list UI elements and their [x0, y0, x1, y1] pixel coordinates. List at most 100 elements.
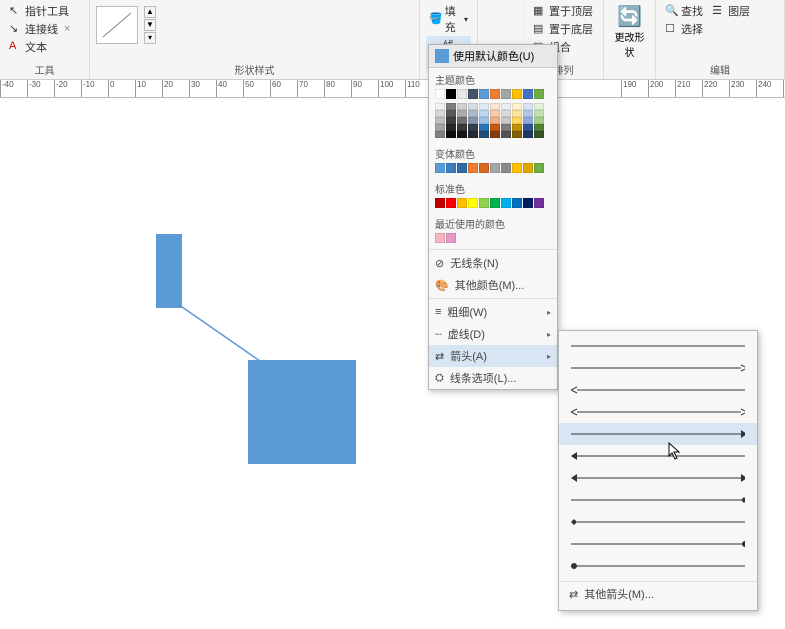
color-swatch[interactable] [468, 89, 478, 99]
color-swatch[interactable] [479, 110, 489, 117]
color-swatch[interactable] [512, 131, 522, 138]
color-swatch[interactable] [490, 131, 500, 138]
color-swatch[interactable] [435, 124, 445, 131]
color-swatch[interactable] [468, 117, 478, 124]
color-swatch[interactable] [534, 103, 544, 110]
weight-item[interactable]: ≡粗细(W)▸ [429, 301, 557, 323]
color-swatch[interactable] [435, 117, 445, 124]
more-arrows-item[interactable]: ⇄其他箭头(M)... [559, 581, 757, 606]
text-tool-button[interactable]: A文本 [6, 38, 50, 56]
gallery-down-button[interactable]: ▼ [144, 19, 156, 31]
arrows-item[interactable]: ⇄箭头(A)▸ [429, 345, 557, 367]
gallery-more-button[interactable]: ▾ [144, 32, 156, 44]
color-swatch[interactable] [523, 89, 533, 99]
color-swatch[interactable] [457, 89, 467, 99]
color-swatch[interactable] [512, 117, 522, 124]
color-swatch[interactable] [523, 124, 533, 131]
color-swatch[interactable] [457, 117, 467, 124]
change-shape-icon[interactable]: 🔄 [610, 4, 649, 29]
connector-tool-button[interactable]: ↘连接线 × [6, 20, 73, 38]
arrow-style-left[interactable] [559, 379, 757, 401]
color-swatch[interactable] [435, 198, 445, 208]
color-swatch[interactable] [512, 110, 522, 117]
color-swatch[interactable] [512, 163, 522, 173]
color-swatch[interactable] [490, 163, 500, 173]
arrow-style-right-filled[interactable] [559, 423, 757, 445]
color-swatch[interactable] [512, 198, 522, 208]
color-swatch[interactable] [479, 103, 489, 110]
color-swatch[interactable] [457, 124, 467, 131]
layer-button[interactable]: ☰图层 [709, 2, 753, 20]
color-swatch[interactable] [457, 103, 467, 110]
color-swatch[interactable] [468, 103, 478, 110]
color-swatch[interactable] [446, 163, 456, 173]
color-swatch[interactable] [479, 89, 489, 99]
color-swatch[interactable] [479, 163, 489, 173]
color-swatch[interactable] [534, 117, 544, 124]
connector-line[interactable] [170, 298, 280, 378]
color-swatch[interactable] [468, 124, 478, 131]
color-swatch[interactable] [435, 103, 445, 110]
dashes-item[interactable]: ┄虚线(D)▸ [429, 323, 557, 345]
color-swatch[interactable] [435, 110, 445, 117]
color-swatch[interactable] [512, 89, 522, 99]
color-swatch[interactable] [534, 163, 544, 173]
color-swatch[interactable] [501, 124, 511, 131]
color-swatch[interactable] [501, 198, 511, 208]
color-swatch[interactable] [490, 117, 500, 124]
color-swatch[interactable] [446, 198, 456, 208]
color-swatch[interactable] [468, 110, 478, 117]
line-options-item[interactable]: ⛭线条选项(L)... [429, 367, 557, 389]
send-back-button[interactable]: ▤置于底层 [530, 20, 596, 38]
color-swatch[interactable] [534, 110, 544, 117]
arrow-style-diamond-right[interactable] [559, 489, 757, 511]
select-button[interactable]: ☐选择 [662, 20, 706, 38]
shape-small-rect[interactable] [156, 234, 182, 308]
color-swatch[interactable] [490, 124, 500, 131]
color-swatch[interactable] [468, 163, 478, 173]
color-swatch[interactable] [523, 131, 533, 138]
use-default-color-item[interactable]: 使用默认颜色(U) [429, 45, 557, 68]
bring-front-button[interactable]: ▦置于顶层 [530, 2, 596, 20]
color-swatch[interactable] [490, 198, 500, 208]
color-swatch[interactable] [435, 163, 445, 173]
color-swatch[interactable] [468, 198, 478, 208]
color-swatch[interactable] [501, 131, 511, 138]
color-swatch[interactable] [534, 89, 544, 99]
color-swatch[interactable] [490, 89, 500, 99]
color-swatch[interactable] [446, 110, 456, 117]
color-swatch[interactable] [534, 124, 544, 131]
arrow-style-circle-left[interactable] [559, 555, 757, 577]
color-swatch[interactable] [501, 110, 511, 117]
gallery-up-button[interactable]: ▲ [144, 6, 156, 18]
arrow-style-circle-right[interactable] [559, 533, 757, 555]
fill-button[interactable]: 🪣填充▾ [426, 2, 471, 36]
no-line-item[interactable]: ⊘无线条(N) [429, 252, 557, 274]
color-swatch[interactable] [446, 117, 456, 124]
color-swatch[interactable] [446, 103, 456, 110]
color-swatch[interactable] [523, 198, 533, 208]
color-swatch[interactable] [501, 117, 511, 124]
close-icon[interactable]: × [64, 23, 70, 35]
color-swatch[interactable] [501, 89, 511, 99]
arrow-style-none[interactable] [559, 335, 757, 357]
color-swatch[interactable] [523, 117, 533, 124]
color-swatch[interactable] [457, 163, 467, 173]
find-button[interactable]: 🔍查找 [662, 2, 706, 20]
color-swatch[interactable] [457, 198, 467, 208]
color-swatch[interactable] [457, 131, 467, 138]
color-swatch[interactable] [501, 103, 511, 110]
color-swatch[interactable] [457, 110, 467, 117]
color-swatch[interactable] [534, 198, 544, 208]
style-gallery[interactable] [96, 6, 138, 44]
color-swatch[interactable] [479, 124, 489, 131]
color-swatch[interactable] [490, 103, 500, 110]
arrow-style-left-filled[interactable] [559, 445, 757, 467]
color-swatch[interactable] [435, 131, 445, 138]
color-swatch[interactable] [534, 131, 544, 138]
color-swatch[interactable] [501, 163, 511, 173]
color-swatch[interactable] [479, 198, 489, 208]
color-swatch[interactable] [523, 110, 533, 117]
color-swatch[interactable] [512, 103, 522, 110]
color-swatch[interactable] [468, 131, 478, 138]
